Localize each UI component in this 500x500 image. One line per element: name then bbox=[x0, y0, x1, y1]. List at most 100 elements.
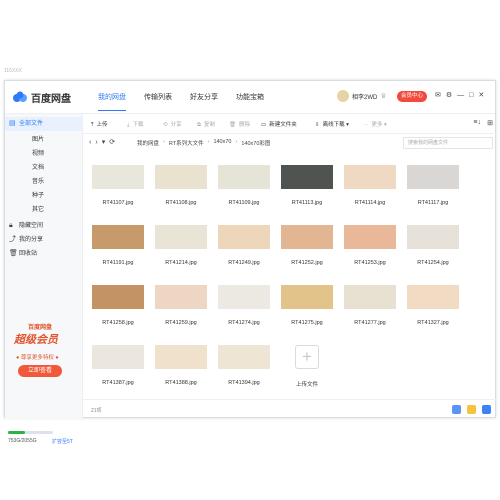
file-tile[interactable]: RT41277.jpg bbox=[337, 285, 403, 326]
breadcrumb-item[interactable]: RT系列大文件 bbox=[169, 139, 204, 147]
file-tile[interactable]: RT41274.jpg bbox=[211, 285, 277, 326]
file-thumbnail[interactable] bbox=[344, 165, 396, 189]
file-name[interactable]: RT41109.jpg bbox=[211, 200, 277, 206]
file-thumbnail[interactable] bbox=[92, 165, 144, 189]
nav-friend-share[interactable]: 好友分享 bbox=[181, 91, 227, 105]
file-name[interactable]: RT41107.jpg bbox=[85, 200, 151, 206]
file-thumbnail[interactable] bbox=[407, 285, 459, 309]
file-thumbnail[interactable] bbox=[155, 225, 207, 249]
file-thumbnail[interactable] bbox=[218, 285, 270, 309]
file-tile[interactable]: RT41327.jpg bbox=[400, 285, 466, 326]
file-name[interactable]: RT41388.jpg bbox=[148, 380, 214, 386]
file-tile[interactable]: RT41253.jpg bbox=[337, 225, 403, 266]
file-tile[interactable]: RT41107.jpg bbox=[85, 165, 151, 206]
transfer-icon[interactable] bbox=[482, 405, 491, 414]
file-name[interactable]: RT41275.jpg bbox=[274, 320, 340, 326]
file-name[interactable]: RT41214.jpg bbox=[148, 260, 214, 266]
file-name[interactable]: RT41387.jpg bbox=[85, 380, 151, 386]
file-name[interactable]: RT41277.jpg bbox=[337, 320, 403, 326]
sidebar-item-videos[interactable]: 视频 bbox=[5, 147, 83, 161]
file-thumbnail[interactable] bbox=[407, 225, 459, 249]
nav-toolbox[interactable]: 功能宝箱 bbox=[227, 91, 273, 105]
sidebar-item-all-files[interactable]: ▤ 全部文件 bbox=[5, 117, 83, 131]
maximize-icon[interactable]: □ bbox=[469, 91, 473, 101]
grid-view-icon[interactable] bbox=[452, 405, 461, 414]
file-name[interactable]: RT41113.jpg bbox=[274, 200, 340, 206]
search-input[interactable]: 搜索我的网盘文件 bbox=[403, 137, 493, 149]
file-tile[interactable]: RT41254.jpg bbox=[400, 225, 466, 266]
nav-transfer-list[interactable]: 传输列表 bbox=[135, 91, 181, 105]
refresh-icon[interactable]: ⟳ bbox=[109, 139, 119, 146]
file-name[interactable]: RT41274.jpg bbox=[211, 320, 277, 326]
file-thumbnail[interactable] bbox=[92, 225, 144, 249]
file-name[interactable]: RT41108.jpg bbox=[148, 200, 214, 206]
file-tile[interactable]: RT41108.jpg bbox=[148, 165, 214, 206]
sidebar-item-my-share[interactable]: ⤴ 我的分享 bbox=[5, 233, 83, 247]
file-name[interactable]: RT41114.jpg bbox=[337, 200, 403, 206]
file-name[interactable]: RT41254.jpg bbox=[400, 260, 466, 266]
file-name[interactable]: RT41394.jpg bbox=[211, 380, 277, 386]
nav-my-disk[interactable]: 我的网盘 bbox=[89, 91, 135, 111]
offline-download-button[interactable]: ⇩ 离线下载 ▾ bbox=[315, 120, 349, 128]
file-tile[interactable]: RT41191.jpg bbox=[85, 225, 151, 266]
file-tile[interactable]: RT41214.jpg bbox=[148, 225, 214, 266]
sidebar-item-recycle-bin[interactable]: 🗑︎ 回收站 bbox=[5, 247, 83, 261]
share-button[interactable]: ⟲ 分享 bbox=[163, 120, 182, 128]
file-thumbnail[interactable] bbox=[344, 285, 396, 309]
sidebar-item-music[interactable]: 音乐 bbox=[5, 175, 83, 189]
file-thumbnail[interactable] bbox=[281, 165, 333, 189]
minimize-icon[interactable]: — bbox=[457, 91, 464, 101]
file-thumbnail[interactable] bbox=[218, 225, 270, 249]
file-tile[interactable]: RT41275.jpg bbox=[274, 285, 340, 326]
plus-icon[interactable]: + bbox=[295, 345, 319, 369]
upload-button[interactable]: ⤒ 上传 bbox=[91, 120, 107, 129]
file-thumbnail[interactable] bbox=[344, 225, 396, 249]
file-thumbnail[interactable] bbox=[155, 345, 207, 369]
copy-button[interactable]: ⧉ 复制 bbox=[197, 120, 215, 129]
file-tile[interactable]: RT41259.jpg bbox=[148, 285, 214, 326]
file-thumbnail[interactable] bbox=[155, 165, 207, 189]
file-tile[interactable]: RT41109.jpg bbox=[211, 165, 277, 206]
avatar[interactable] bbox=[337, 90, 349, 102]
user-info[interactable]: 相李2WD ♛ bbox=[337, 90, 387, 102]
new-folder-button[interactable]: ▭ 新建文件夹 bbox=[261, 120, 297, 128]
file-tile[interactable]: RT41249.jpg bbox=[211, 225, 277, 266]
file-name[interactable]: RT41259.jpg bbox=[148, 320, 214, 326]
file-thumbnail[interactable] bbox=[92, 285, 144, 309]
download-button[interactable]: ⤓ 下载 bbox=[127, 120, 143, 129]
sidebar-item-torrents[interactable]: 种子 bbox=[5, 189, 83, 203]
file-tile[interactable]: RT41113.jpg bbox=[274, 165, 340, 206]
file-tile[interactable]: RT41388.jpg bbox=[148, 345, 214, 386]
file-name[interactable]: RT41252.jpg bbox=[274, 260, 340, 266]
file-thumbnail[interactable] bbox=[92, 345, 144, 369]
file-tile[interactable]: RT41114.jpg bbox=[337, 165, 403, 206]
file-tile[interactable]: RT41394.jpg bbox=[211, 345, 277, 386]
sidebar-item-docs[interactable]: 文档 bbox=[5, 161, 83, 175]
close-icon[interactable]: ✕ bbox=[478, 91, 484, 101]
file-name[interactable]: RT41327.jpg bbox=[400, 320, 466, 326]
file-thumbnail[interactable] bbox=[218, 165, 270, 189]
file-tile[interactable]: RT41258.jpg bbox=[85, 285, 151, 326]
sort-icon[interactable]: ≡↓ bbox=[473, 119, 481, 126]
file-tile[interactable]: RT41252.jpg bbox=[274, 225, 340, 266]
file-thumbnail[interactable] bbox=[407, 165, 459, 189]
delete-button[interactable]: 🗑︎ 删除 bbox=[229, 120, 250, 128]
promo-view-button[interactable]: 立即查看 bbox=[18, 365, 62, 377]
file-name[interactable]: RT41253.jpg bbox=[337, 260, 403, 266]
vip-promo-banner[interactable]: 百度网盘 超级会员 ● 尊享更多特权 ● 立即查看 bbox=[8, 319, 80, 399]
mail-icon[interactable]: ✉ bbox=[435, 91, 441, 101]
notification-icon[interactable] bbox=[467, 405, 476, 414]
upload-file-tile[interactable]: + 上传文件 bbox=[274, 345, 340, 388]
sidebar-item-hidden-space[interactable]: 🔒︎ 隐藏空间 bbox=[5, 219, 83, 233]
breadcrumb-item[interactable]: 140x70彩图 bbox=[241, 139, 270, 147]
file-name[interactable]: RT41258.jpg bbox=[85, 320, 151, 326]
expand-storage-link[interactable]: 扩容至5T bbox=[52, 438, 73, 445]
sidebar-item-others[interactable]: 其它 bbox=[5, 203, 83, 217]
breadcrumb-item[interactable]: 我的网盘 bbox=[137, 139, 159, 147]
settings-icon[interactable]: ⚙ bbox=[446, 91, 452, 101]
sidebar-item-images[interactable]: 图片 bbox=[5, 133, 83, 147]
file-thumbnail[interactable] bbox=[281, 225, 333, 249]
file-tile[interactable]: RT41387.jpg bbox=[85, 345, 151, 386]
file-thumbnail[interactable] bbox=[218, 345, 270, 369]
file-tile[interactable]: RT41117.jpg bbox=[400, 165, 466, 206]
